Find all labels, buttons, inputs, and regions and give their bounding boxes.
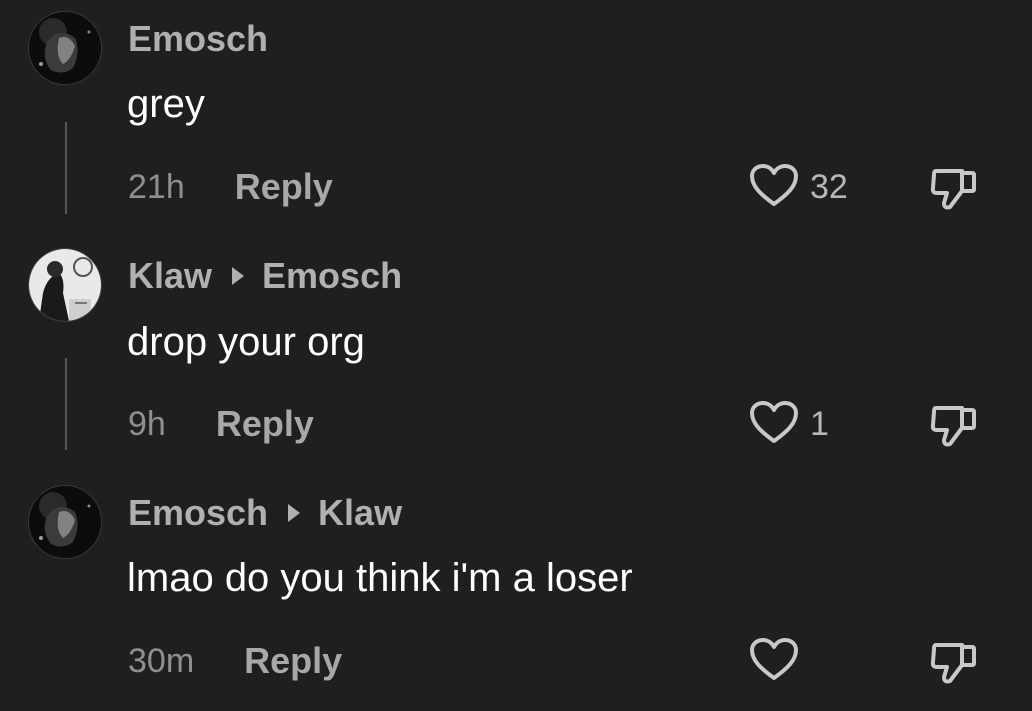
comment-item: Emosch Klaw lmao do you think i'm a lose… [0, 473, 1032, 711]
comment-text: lmao do you think i'm a loser [127, 556, 633, 600]
like-button[interactable] [748, 637, 810, 683]
comment-item: Emosch grey 21h Reply 32 [0, 0, 1032, 230]
author-name[interactable]: Emosch [128, 18, 268, 60]
like-count: 1 [810, 404, 829, 443]
comment-header: Klaw Emosch [128, 255, 402, 297]
timestamp: 30m [128, 641, 195, 680]
author-name[interactable]: Emosch [128, 492, 268, 534]
heart-outline-icon [748, 636, 800, 687]
dislike-button[interactable] [928, 402, 980, 455]
reply-to-name[interactable]: Emosch [262, 255, 402, 297]
reply-button[interactable]: Reply [216, 403, 314, 445]
thumbs-down-outline-icon [928, 643, 980, 691]
thread-line [65, 358, 67, 450]
comment-header: Emosch [128, 18, 268, 60]
heart-outline-icon [748, 399, 800, 450]
timestamp: 21h [128, 167, 185, 206]
comment-text: drop your org [127, 320, 365, 364]
thumbs-down-outline-icon [928, 169, 980, 217]
like-button[interactable]: 1 [748, 400, 829, 446]
thumbs-down-outline-icon [928, 406, 980, 454]
dislike-button[interactable] [928, 165, 980, 218]
like-count: 32 [810, 167, 848, 206]
comment-meta: 9h Reply [128, 402, 314, 446]
avatar[interactable] [28, 248, 102, 322]
avatar[interactable] [28, 11, 102, 85]
timestamp: 9h [128, 404, 166, 443]
comment-header: Emosch Klaw [128, 492, 402, 534]
avatar[interactable] [28, 485, 102, 559]
reply-button[interactable]: Reply [244, 640, 342, 682]
reply-to-name[interactable]: Klaw [318, 492, 402, 534]
triangle-right-icon [232, 267, 245, 285]
thread-line [65, 122, 67, 214]
heart-outline-icon [748, 162, 800, 213]
comment-meta: 21h Reply [128, 165, 333, 209]
reply-button[interactable]: Reply [235, 166, 333, 208]
triangle-right-icon [288, 504, 301, 522]
dislike-button[interactable] [928, 639, 980, 692]
comment-meta: 30m Reply [128, 639, 342, 683]
like-button[interactable]: 32 [748, 163, 848, 209]
comment-item: Klaw Emosch drop your org 9h Reply 1 [0, 236, 1032, 466]
comment-text: grey [127, 82, 205, 126]
author-name[interactable]: Klaw [128, 255, 212, 297]
